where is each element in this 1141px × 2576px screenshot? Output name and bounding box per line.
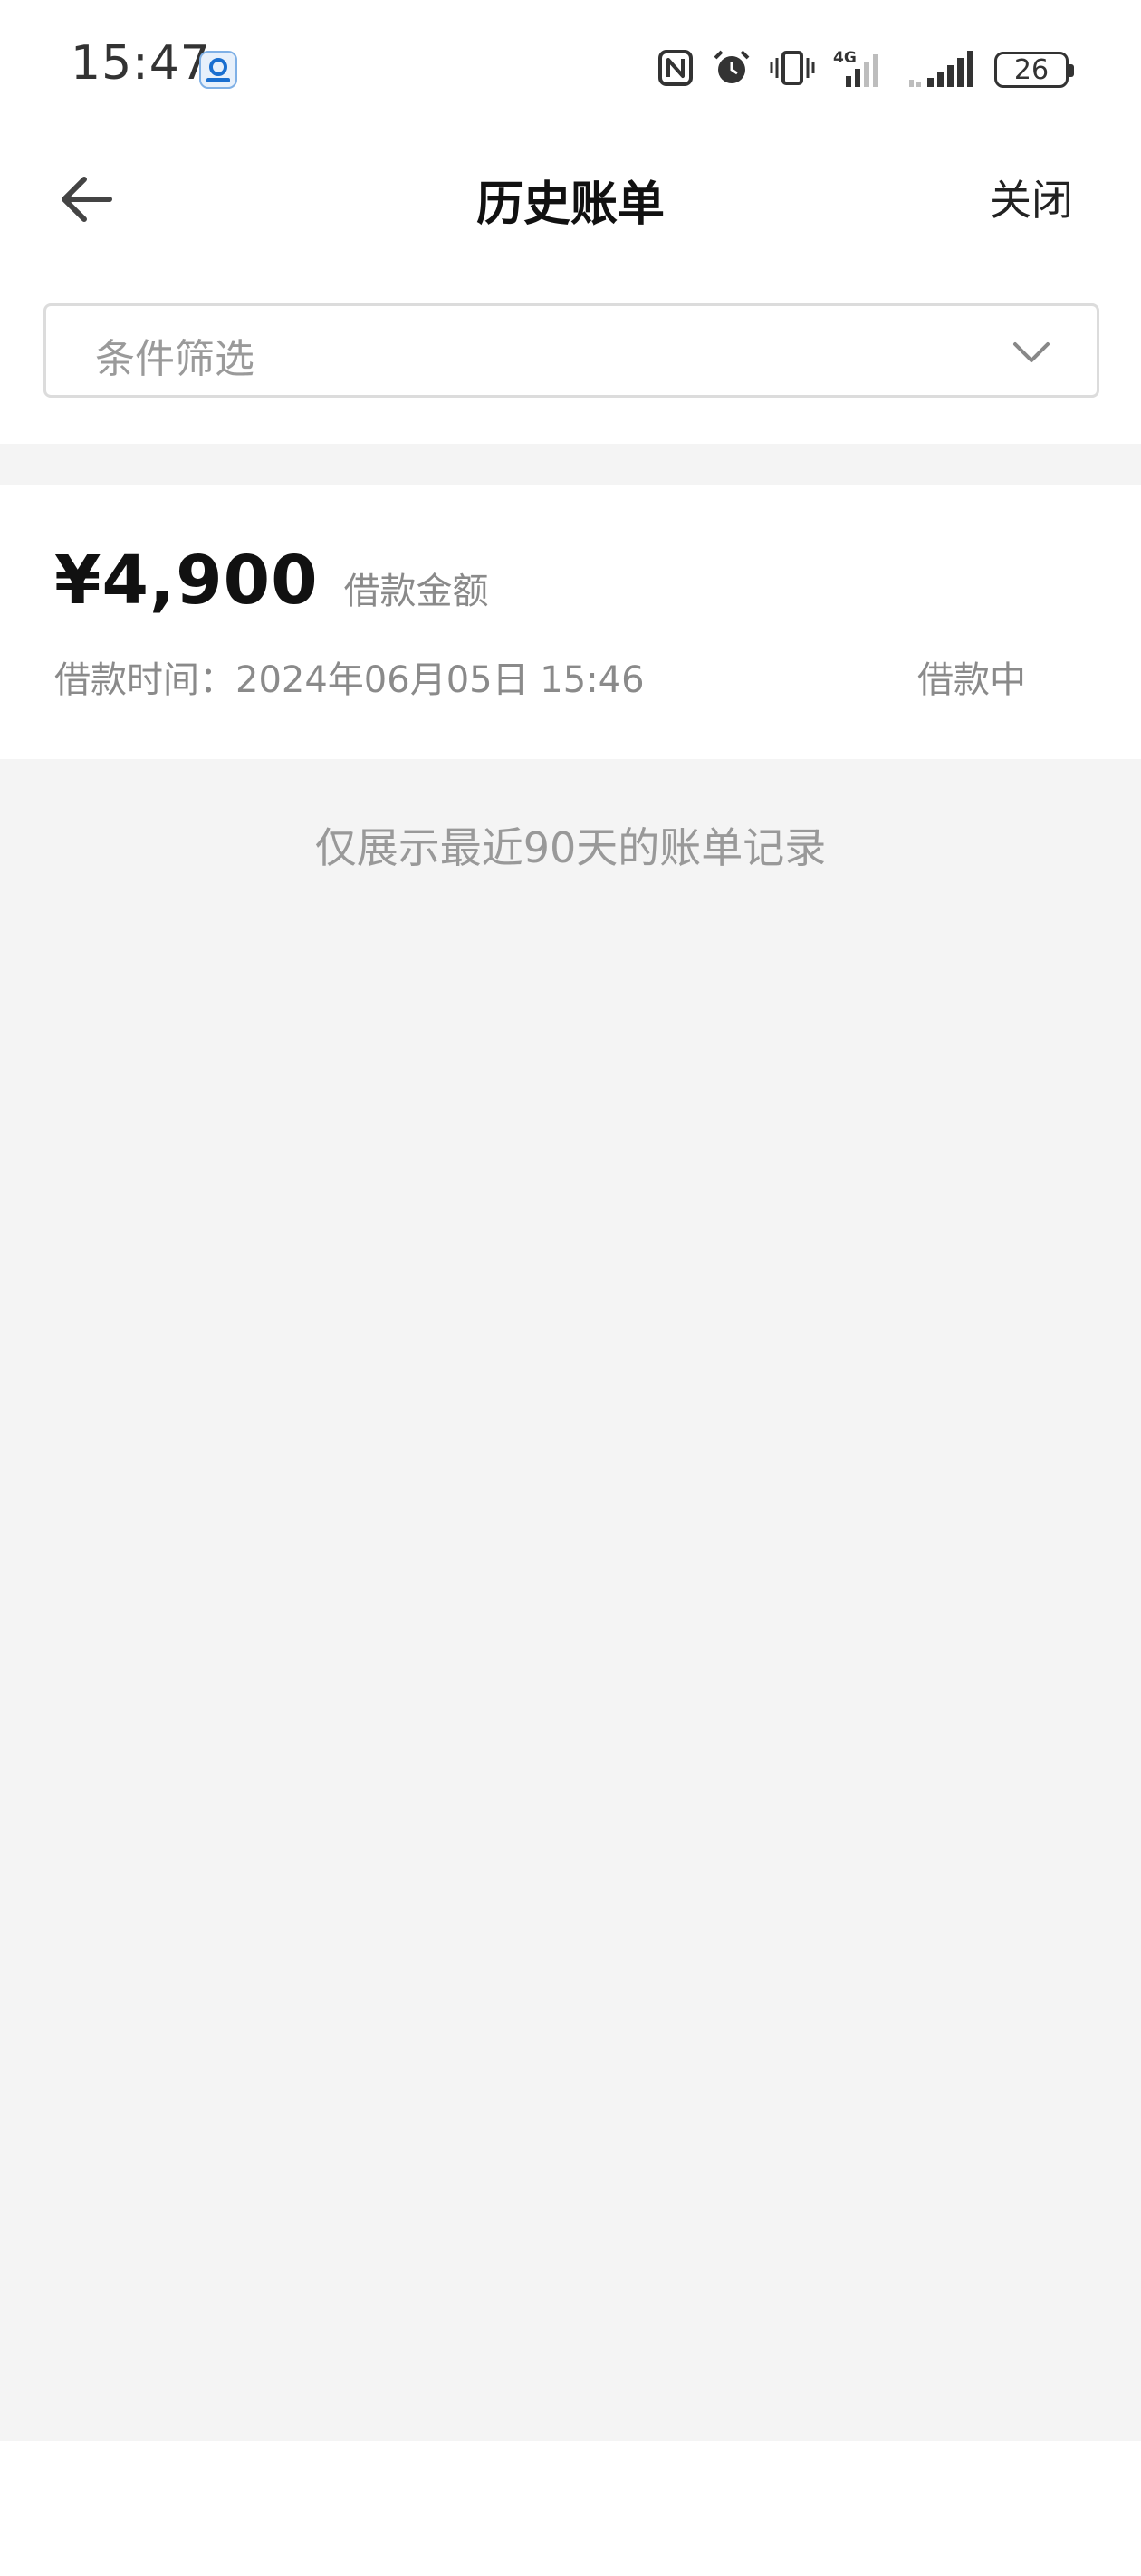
bottom-bar (0, 2441, 1141, 2576)
page-title: 历史账单 (475, 178, 665, 232)
header: 历史账单 关闭 (0, 131, 1141, 267)
system-icons: 4G 26 (657, 47, 1074, 92)
bill-record-card[interactable]: ¥4,900 借款金额 借款时间：2024年06月05日 15:46 借款中 (0, 485, 1141, 759)
status-time: 15:47 (71, 36, 211, 91)
vibrate-icon (770, 49, 815, 91)
4g-signal-icon: 4G (833, 47, 889, 92)
chevron-down-icon (1013, 342, 1050, 362)
loan-amount-label: 借款金额 (343, 571, 489, 612)
battery-icon: 26 (994, 52, 1074, 88)
filter-dropdown[interactable]: 条件筛选 (43, 303, 1099, 398)
amount-row: ¥4,900 借款金额 (54, 542, 489, 620)
app-badge-icon (199, 51, 237, 89)
filter-placeholder: 条件筛选 (95, 336, 254, 382)
close-button[interactable]: 关闭 (990, 168, 1073, 227)
records-notice: 仅展示最近90天的账单记录 (314, 823, 827, 872)
filter-section: 条件筛选 (0, 267, 1141, 444)
loan-amount: ¥4,900 (54, 542, 319, 620)
status-bar: 15:47 4G 26 (0, 0, 1141, 131)
svg-text:4G: 4G (833, 49, 857, 67)
loan-time: 借款时间：2024年06月05日 15:46 (54, 659, 645, 701)
alarm-icon (712, 49, 752, 91)
nfc-icon (657, 49, 694, 91)
signal-icon (907, 47, 976, 92)
loan-status: 借款中 (917, 659, 1026, 701)
